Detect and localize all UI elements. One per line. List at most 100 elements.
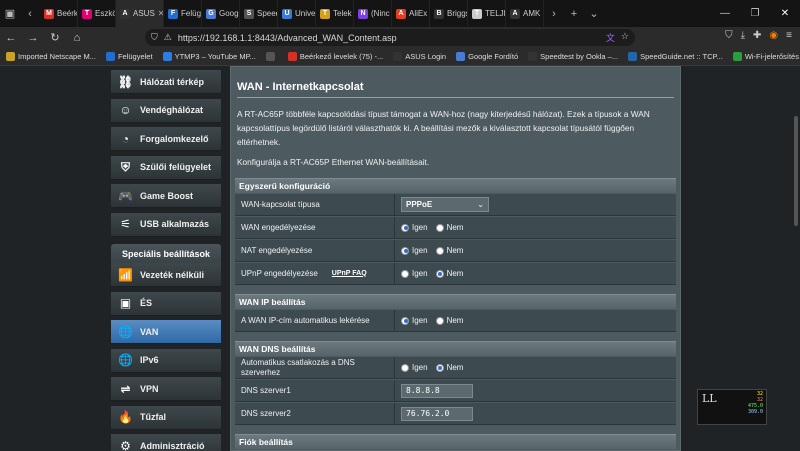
bookmark-label: ASUS Login <box>405 52 447 61</box>
forward-icon[interactable]: → <box>22 27 44 48</box>
browser-tab[interactable]: A AliEx <box>392 0 430 27</box>
extensions-icon[interactable]: ✚ <box>753 30 761 41</box>
sidebar-item[interactable]: 📶 Vezeték nélküli <box>111 263 221 287</box>
shield-icon[interactable]: ⛉ <box>151 32 158 43</box>
advanced-settings-header: Speciális beállítások <box>111 244 221 264</box>
bookmark-item[interactable]: YTMP3 – YouTube MP... <box>162 52 256 61</box>
browser-tab[interactable]: N (Ninc <box>354 0 392 27</box>
sidebar-item[interactable]: ☺ Vendéghálózat <box>111 98 221 123</box>
sidebar-item[interactable]: 🔥 Tűzfal <box>111 405 221 430</box>
upnp-label-cell: UPnP engedélyezése UPnP FAQ <box>235 263 395 284</box>
browser-tab[interactable]: A ASUS ✕ <box>116 0 164 27</box>
nat-enable-yes-radio[interactable] <box>401 246 409 255</box>
bookmark-item[interactable]: Google Fordító <box>456 52 518 61</box>
browser-tab[interactable]: A AMK <box>506 0 544 27</box>
ipv6-globe-icon: 🌐 <box>118 353 133 367</box>
tab-list-icon[interactable]: ⌄ <box>584 0 604 27</box>
auto-dns-no-radio[interactable] <box>435 363 444 372</box>
nat-enable-row: NAT engedélyezése Igen Nem <box>235 240 676 262</box>
vpn-icon: ⇌ <box>120 381 131 396</box>
section-wan-dns: WAN DNS beállítás <box>235 341 676 356</box>
menu-icon[interactable]: ≡ <box>786 30 792 41</box>
bookmark-label: Felügyelet <box>117 52 153 61</box>
url-text[interactable]: https://192.168.1.1:8443/Advanced_WAN_Co… <box>178 33 397 43</box>
auto-ip-no-radio[interactable] <box>435 316 444 325</box>
sidebar: Speciális beállítások ⛓ Hálózati térkép ☺ V… <box>111 66 221 451</box>
sidebar-item[interactable]: ⚟ USB alkalmazás <box>111 212 221 237</box>
wan-enable-no-radio[interactable] <box>435 223 444 232</box>
sidebar-item[interactable]: ⛨ Szülői felügyelet <box>111 155 221 180</box>
tab-label: Unive <box>295 9 316 18</box>
bookmark-star-icon[interactable]: ☆ <box>621 31 629 44</box>
sidebar-item[interactable]: 🌐 VAN <box>111 320 221 344</box>
sidebar-item[interactable]: ⚙ Adminisztráció <box>111 434 221 451</box>
browser-tabstrip: ▣ ‹ M Beérk T Eszkö A ASUS ✕ F Felüg G Goog S Speed U… <box>0 0 800 27</box>
upnp-enable-no-radio[interactable] <box>435 269 444 278</box>
downloads-icon[interactable]: ⤓ <box>741 30 745 41</box>
sidebar-item[interactable]: ⇌ VPN <box>111 377 221 401</box>
nat-enable-no-radio[interactable] <box>435 246 444 255</box>
bookmark-favicon-icon <box>105 52 115 61</box>
page-scrollbar[interactable] <box>792 66 800 451</box>
browser-tab[interactable]: G Goog <box>202 0 240 27</box>
sidebar-item[interactable]: 🎮 Game Boost <box>111 184 221 208</box>
auto-dns-yes-radio[interactable] <box>401 363 409 372</box>
browser-tab[interactable]: TTELJE <box>468 0 506 27</box>
profile-icon[interactable]: ◉ <box>769 30 778 41</box>
tab-scroll-right-icon[interactable]: › <box>544 0 564 27</box>
browser-tab[interactable]: F Felüg <box>164 0 202 27</box>
close-window-icon[interactable]: ✕ <box>770 0 800 27</box>
sidebar-item[interactable]: ◔ Forgalomkezelő <box>111 127 221 151</box>
wan-type-select[interactable]: PPPoE ⌄ <box>401 197 489 212</box>
wan-type-label: WAN-kapcsolat típusa <box>235 194 395 215</box>
tab-label: Speed <box>257 9 278 18</box>
tab-favicon-icon: G <box>206 8 216 19</box>
browser-tab[interactable]: S Speed <box>240 0 278 27</box>
sidebar-item[interactable]: ⛓ Hálózati térkép <box>111 70 221 94</box>
bookmark-favicon-icon <box>732 52 742 61</box>
bookmark-favicon-icon <box>456 52 466 61</box>
bookmark-item[interactable]: Speedtest by Ookla –... <box>528 52 618 61</box>
sidebar-item[interactable]: 🌐 IPv6 <box>111 348 221 373</box>
wan-enable-yes-radio[interactable] <box>401 223 409 232</box>
browser-tab[interactable]: M Beérk <box>40 0 78 27</box>
bookmark-item[interactable]: Wi-Fi-jelerősítés Opel... <box>732 52 800 61</box>
translate-icon[interactable]: 文 <box>606 31 615 44</box>
dns1-row: DNS szerver1 8.8.8.8 <box>235 380 676 402</box>
radio-no-label: Nem <box>446 246 464 255</box>
tab-overview-icon[interactable]: ▣ <box>0 0 20 27</box>
lock-warning-icon[interactable]: ⚠ <box>164 32 172 43</box>
bookmark-item[interactable]: Felügyelet <box>105 52 153 61</box>
bookmark-favicon-icon <box>162 52 172 61</box>
bookmark-item[interactable] <box>265 52 278 61</box>
reload-icon[interactable]: ↻ <box>44 27 66 48</box>
tab-scroll-left-icon[interactable]: ‹ <box>20 0 40 27</box>
dns2-input[interactable]: 76.76.2.0 <box>401 406 473 421</box>
minimize-icon[interactable]: — <box>710 0 740 27</box>
auto-ip-yes-radio[interactable] <box>401 316 409 325</box>
address-bar[interactable]: ⛉ ⚠ https://192.168.1.1:8443/Advanced_WA… <box>145 29 635 46</box>
dns1-input[interactable]: 8.8.8.8 <box>401 383 473 398</box>
sidebar-item[interactable]: ▣ ÉS <box>111 291 221 316</box>
tab-favicon-icon: T <box>82 8 92 19</box>
bookmark-favicon-icon <box>287 52 297 61</box>
browser-tab[interactable]: BBriggs St <box>430 0 468 27</box>
bookmark-item[interactable]: ASUS Login <box>393 52 446 61</box>
sidebar-item-label: ÉS <box>140 298 153 308</box>
browser-tab[interactable]: T Telek <box>316 0 354 27</box>
new-tab-icon[interactable]: + <box>564 0 584 27</box>
back-icon[interactable]: ← <box>0 27 22 48</box>
tab-favicon-icon: U <box>282 8 292 19</box>
tab-favicon-icon: T <box>472 8 482 19</box>
restore-icon[interactable]: ❐ <box>740 0 770 27</box>
bookmark-item[interactable]: Imported Netscape M... <box>6 52 96 61</box>
browser-tab[interactable]: T Eszkö <box>78 0 116 27</box>
upnp-faq-link[interactable]: UPnP FAQ <box>332 269 367 279</box>
browser-tab[interactable]: U Unive <box>278 0 316 27</box>
pocket-icon[interactable]: ⛉ <box>725 30 733 41</box>
bookmark-item[interactable]: SpeedGuide.net :: TCP... <box>628 52 723 61</box>
upnp-enable-yes-radio[interactable] <box>401 269 409 278</box>
home-icon[interactable]: ⌂ <box>66 27 88 48</box>
bookmark-item[interactable]: Beérkező levelek (75) -... <box>287 52 383 61</box>
scrollbar-thumb[interactable] <box>794 116 798 226</box>
